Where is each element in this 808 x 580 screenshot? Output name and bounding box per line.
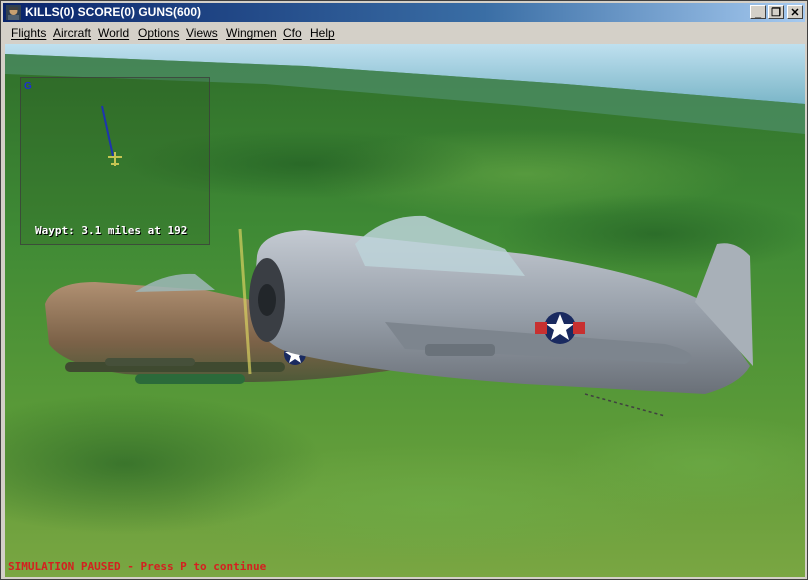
menu-cfo[interactable]: Cfo	[283, 26, 302, 40]
pause-status-text: SIMULATION PAUSED - Press P to continue	[8, 560, 267, 573]
waypoint-readout: Waypt: 3.1 miles at 192	[35, 224, 188, 237]
title-bar[interactable]: KILLS(0) SCORE(0) GUNS(600) _ ❐ ✕	[3, 3, 805, 22]
flight-view[interactable]: G Waypt: 3.1 miles at 192 SIMULATION PAU…	[5, 44, 805, 577]
close-button[interactable]: ✕	[787, 5, 803, 19]
game-window: KILLS(0) SCORE(0) GUNS(600) _ ❐ ✕ Flight…	[0, 0, 808, 580]
menu-help[interactable]: Help	[310, 26, 335, 40]
menu-views[interactable]: Views	[186, 26, 218, 40]
window-title: KILLS(0) SCORE(0) GUNS(600)	[25, 5, 202, 19]
menu-aircraft[interactable]: Aircraft	[53, 26, 91, 40]
pilot-icon	[6, 5, 21, 20]
menu-options[interactable]: Options	[138, 26, 179, 40]
menu-bar: Flights Aircraft World Options Views Win…	[3, 23, 805, 42]
window-controls: _ ❐ ✕	[748, 5, 803, 20]
menu-wingmen[interactable]: Wingmen	[226, 26, 277, 40]
radar-north-marker: G	[24, 81, 32, 92]
menu-world[interactable]: World	[98, 26, 129, 40]
menu-flights[interactable]: Flights	[11, 26, 46, 40]
minimize-button[interactable]: _	[750, 5, 766, 19]
radar-map: G	[20, 77, 210, 245]
restore-button[interactable]: ❐	[768, 5, 784, 19]
